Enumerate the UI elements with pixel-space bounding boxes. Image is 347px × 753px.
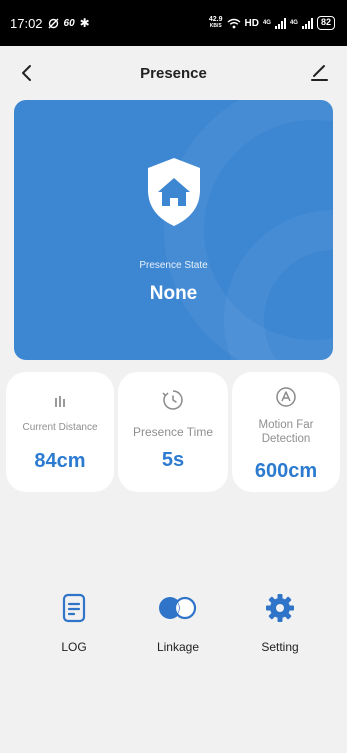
distance-icon bbox=[55, 396, 65, 407]
presence-time-label: Presence Time bbox=[132, 425, 214, 439]
wifi-icon bbox=[227, 18, 240, 28]
back-arrow-icon[interactable] bbox=[18, 64, 36, 82]
motion-far-detection-card: Motion Far Detection 600cm bbox=[232, 372, 340, 492]
status-right: 42.9 KB/S HD 4G 4G 82 bbox=[209, 16, 335, 30]
log-label: LOG bbox=[61, 640, 87, 654]
network-type-2: 4G bbox=[289, 20, 298, 26]
clock: 17:02 bbox=[10, 15, 43, 31]
battery-indicator: 82 bbox=[316, 16, 335, 30]
signal-1-icon bbox=[274, 17, 286, 29]
hd-indicator: HD bbox=[244, 17, 259, 29]
presence-time-value: 5s bbox=[161, 449, 185, 471]
auto-icon bbox=[276, 387, 296, 407]
page-title: Presence bbox=[140, 64, 207, 82]
current-distance-value: 84cm bbox=[34, 450, 86, 472]
motion-far-detection-label: Motion Far Detection bbox=[258, 419, 314, 445]
setting-button[interactable]: Setting bbox=[235, 592, 325, 654]
timer-icon bbox=[162, 390, 183, 410]
signal-2-icon bbox=[301, 17, 313, 29]
sparkle-icon: ✱ bbox=[79, 16, 90, 30]
shield-home-icon bbox=[148, 158, 200, 226]
setting-label: Setting bbox=[261, 640, 299, 654]
current-distance-card: Current Distance 84cm bbox=[6, 372, 114, 492]
presence-state-card: Presence State None bbox=[14, 100, 333, 360]
network-speed: 42.9 KB/S bbox=[208, 16, 223, 29]
linkage-button[interactable]: Linkage bbox=[133, 592, 223, 654]
log-icon bbox=[62, 593, 86, 623]
gear-icon bbox=[266, 594, 294, 622]
toggle-icon bbox=[159, 596, 197, 620]
refresh-rate-indicator: 60 bbox=[63, 17, 75, 29]
edit-pencil-icon[interactable] bbox=[309, 62, 329, 82]
status-bar: 17:02 60 ✱ 42.9 KB/S HD 4G 4G 82 bbox=[0, 0, 347, 46]
presence-state-label: Presence State bbox=[139, 260, 208, 271]
presence-time-card: Presence Time 5s bbox=[118, 372, 228, 492]
log-button[interactable]: LOG bbox=[29, 592, 119, 654]
app-header: Presence bbox=[0, 46, 347, 100]
no-signal-icon bbox=[48, 18, 59, 28]
current-distance-label: Current Distance bbox=[22, 422, 98, 433]
motion-far-detection-value: 600cm bbox=[254, 460, 318, 482]
linkage-label: Linkage bbox=[156, 640, 200, 654]
network-type-1: 4G bbox=[262, 20, 271, 26]
status-left: 17:02 60 ✱ bbox=[10, 16, 90, 31]
presence-state-value: None bbox=[149, 283, 198, 304]
